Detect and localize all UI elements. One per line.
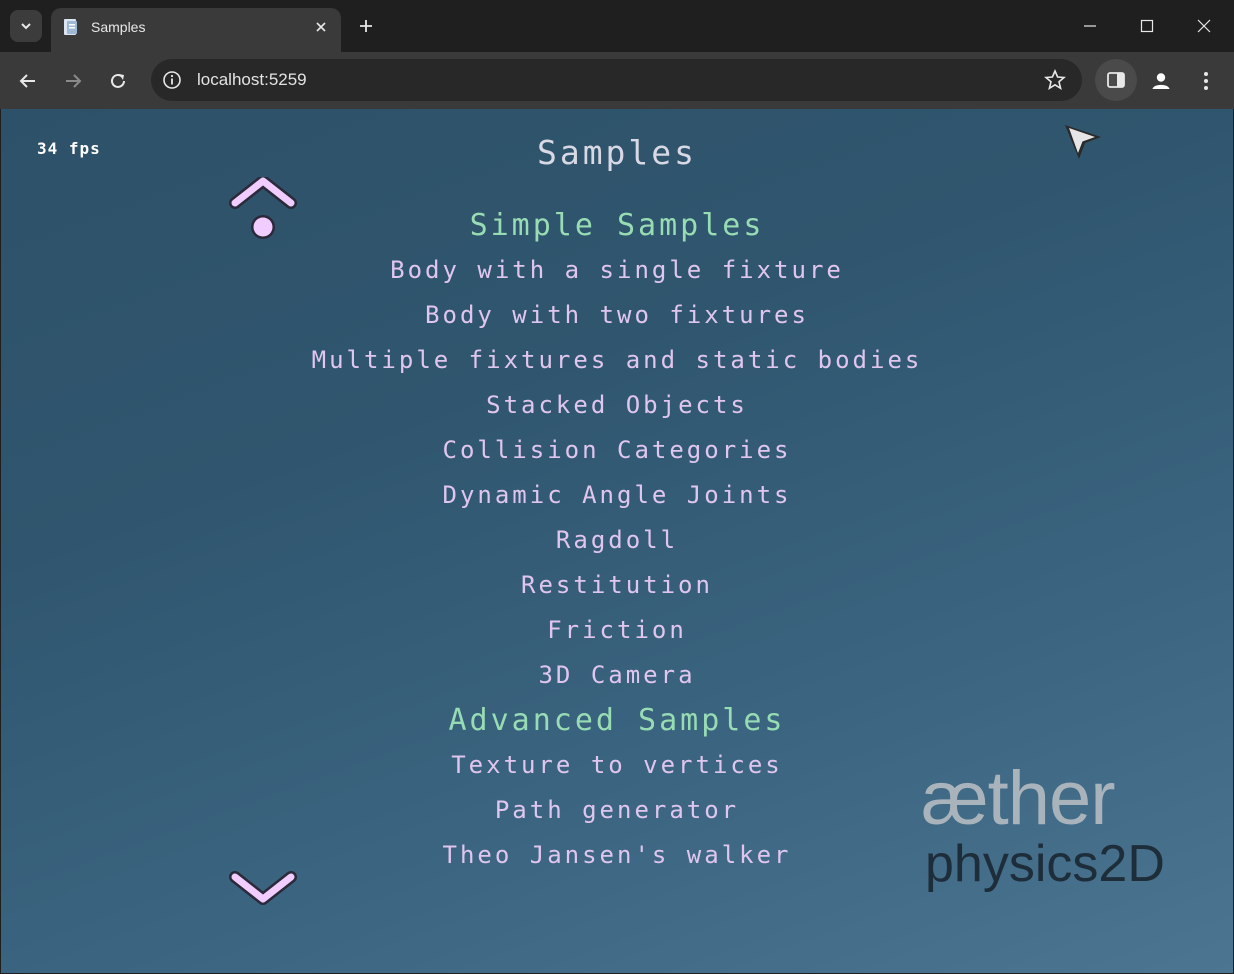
plus-icon xyxy=(360,20,372,32)
new-tab-button[interactable] xyxy=(354,14,378,38)
site-info-button[interactable] xyxy=(161,69,183,91)
more-vertical-icon xyxy=(1204,72,1208,90)
reload-button[interactable] xyxy=(102,65,134,97)
side-panel-icon xyxy=(1107,72,1125,88)
menu-sample-item[interactable]: Multiple fixtures and static bodies xyxy=(1,338,1233,383)
maximize-icon xyxy=(1140,19,1154,33)
menu-category-heading: Simple Samples xyxy=(469,208,765,243)
browser-tab[interactable]: Samples xyxy=(51,8,341,52)
menu-sample-item[interactable]: Dynamic Angle Joints xyxy=(1,473,1233,518)
close-icon xyxy=(1197,19,1211,33)
menu-sample-item[interactable]: Ragdoll xyxy=(1,518,1233,563)
address-bar[interactable]: localhost:5259 xyxy=(151,59,1082,101)
menu-sample-item[interactable]: Body with a single fixture xyxy=(1,248,1233,293)
tab-close-button[interactable] xyxy=(311,17,331,37)
tab-title: Samples xyxy=(91,19,146,35)
menu-sample-item[interactable]: Friction xyxy=(1,608,1233,653)
info-icon xyxy=(163,71,181,89)
menu-sample-item[interactable]: Stacked Objects xyxy=(1,383,1233,428)
menu-sample-item[interactable]: Restitution xyxy=(1,563,1233,608)
profile-button[interactable] xyxy=(1145,65,1177,97)
forward-button[interactable] xyxy=(57,65,89,97)
back-button[interactable] xyxy=(12,65,44,97)
menu-sample-item[interactable]: Body with two fixtures xyxy=(1,293,1233,338)
maximize-button[interactable] xyxy=(1130,10,1164,42)
game-canvas[interactable]: 34 fps Samples Simple Samples Body with a… xyxy=(1,109,1233,973)
browser-titlebar: Samples xyxy=(0,0,1234,52)
minimize-button[interactable] xyxy=(1073,10,1107,42)
close-window-button[interactable] xyxy=(1187,10,1221,42)
tab-search-button[interactable] xyxy=(10,10,42,42)
reload-icon xyxy=(111,73,125,88)
logo-subtitle: physics2D xyxy=(925,835,1165,893)
pointer-cursor-icon xyxy=(1065,125,1101,159)
menu-sample-item[interactable]: Collision Categories xyxy=(1,428,1233,473)
aether-physics2d-logo: æther physics2D xyxy=(921,754,1191,904)
menu-category-heading: Advanced Samples xyxy=(448,703,786,738)
scroll-down-arrow-icon[interactable] xyxy=(229,871,297,911)
arrow-left-icon xyxy=(19,74,35,88)
url-text[interactable]: localhost:5259 xyxy=(197,70,307,90)
menu-title: Samples xyxy=(536,133,698,172)
arrow-right-icon xyxy=(66,74,82,88)
browser-toolbar: localhost:5259 xyxy=(0,52,1234,109)
close-icon xyxy=(316,22,326,32)
chevron-down-icon xyxy=(21,23,31,30)
browser-menu-button[interactable] xyxy=(1192,65,1220,97)
side-panel-button[interactable] xyxy=(1095,59,1137,101)
logo-wordmark: æther xyxy=(921,756,1116,841)
page-favicon-icon xyxy=(64,19,77,35)
bookmark-star-icon[interactable] xyxy=(1044,69,1066,91)
profile-icon xyxy=(1152,73,1170,89)
minimize-icon xyxy=(1084,25,1096,27)
menu-sample-item[interactable]: 3D Camera xyxy=(1,653,1233,698)
